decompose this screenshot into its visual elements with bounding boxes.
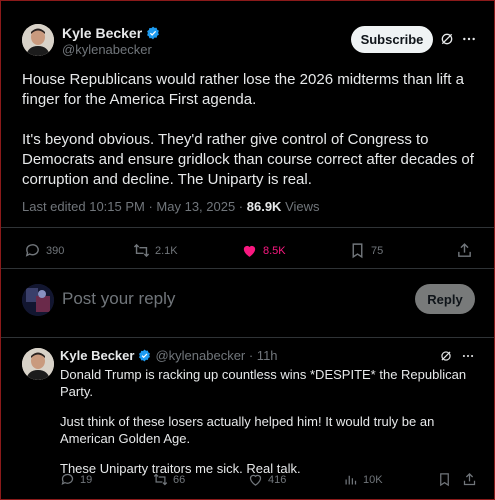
author-name[interactable]: Kyle Becker [62, 25, 142, 41]
author-avatar[interactable] [22, 24, 54, 56]
repost-icon [133, 243, 150, 258]
reply-author-handle[interactable]: @kylenabecker · 11h [155, 348, 277, 363]
reply-count: 390 [46, 244, 65, 257]
reply-input[interactable]: Post your reply [62, 289, 175, 309]
tweet-body: House Republicans would rather lose the … [22, 70, 477, 190]
reply-body: Donald Trump is racking up countless win… [60, 366, 480, 477]
bookmark-action[interactable] [437, 472, 452, 487]
share-action[interactable] [456, 242, 473, 259]
reply-count: 19 [80, 473, 93, 486]
more-options-icon[interactable] [460, 30, 478, 48]
reply-author-name[interactable]: Kyle Becker [60, 348, 134, 363]
repost-icon [153, 473, 168, 486]
more-options-icon[interactable] [460, 348, 476, 364]
edited-timestamp[interactable]: Last edited 10:15 PM · May 13, 2025 · [22, 199, 247, 214]
repost-action[interactable]: 2.1K [133, 242, 178, 259]
like-action[interactable]: 416 [248, 472, 286, 487]
views-action[interactable]: 10K [343, 472, 383, 487]
reply-icon [61, 473, 74, 486]
like-count: 8.5K [263, 244, 286, 257]
repost-count: 66 [173, 473, 186, 486]
views-icon [345, 475, 357, 485]
reply-action[interactable]: 390 [24, 242, 64, 259]
grok-icon[interactable] [438, 348, 454, 364]
views-count: 86.9K [246, 199, 282, 214]
views-label: Views [281, 199, 320, 214]
author-handle[interactable]: @kylenabecker [62, 42, 152, 57]
reply-author-avatar[interactable] [22, 348, 54, 380]
user-avatar[interactable] [22, 284, 54, 316]
views-count: 10K [363, 473, 383, 486]
reply-icon [25, 244, 39, 257]
share-icon [463, 472, 476, 486]
reply-button[interactable]: Reply [415, 284, 475, 314]
reply-action[interactable]: 19 [60, 472, 92, 487]
verified-badge-icon [146, 26, 160, 40]
grok-icon[interactable] [438, 30, 456, 48]
reply-paragraph: Just think of these losers actually help… [60, 414, 435, 446]
like-action[interactable]: 8.5K [241, 242, 286, 259]
heart-icon [249, 474, 262, 486]
share-action[interactable] [462, 472, 477, 487]
author-name-block[interactable]: Kyle Becker [62, 25, 160, 41]
bookmark-count: 75 [371, 244, 384, 257]
like-count: 416 [268, 473, 287, 486]
share-icon [458, 243, 471, 257]
divider [1, 337, 494, 338]
subscribe-button[interactable]: Subscribe [351, 26, 433, 53]
repost-action[interactable]: 66 [153, 472, 185, 487]
reply-author-block[interactable]: Kyle Becker @kylenabecker · 11h [60, 348, 278, 363]
divider [1, 268, 494, 269]
bookmark-icon [352, 243, 363, 259]
heart-icon [243, 245, 256, 257]
repost-count: 2.1K [155, 244, 178, 257]
verified-badge-icon [138, 349, 151, 362]
tweet-paragraph: House Republicans would rather lose the … [22, 71, 464, 108]
tweet-meta: Last edited 10:15 PM · May 13, 2025 · 86… [22, 199, 320, 214]
bookmark-action[interactable]: 75 [349, 242, 383, 259]
divider [1, 227, 494, 228]
reply-paragraph: Donald Trump is racking up countless win… [60, 367, 467, 399]
tweet-paragraph: It's beyond obvious. They'd rather give … [22, 131, 474, 188]
bookmark-icon [440, 473, 449, 487]
